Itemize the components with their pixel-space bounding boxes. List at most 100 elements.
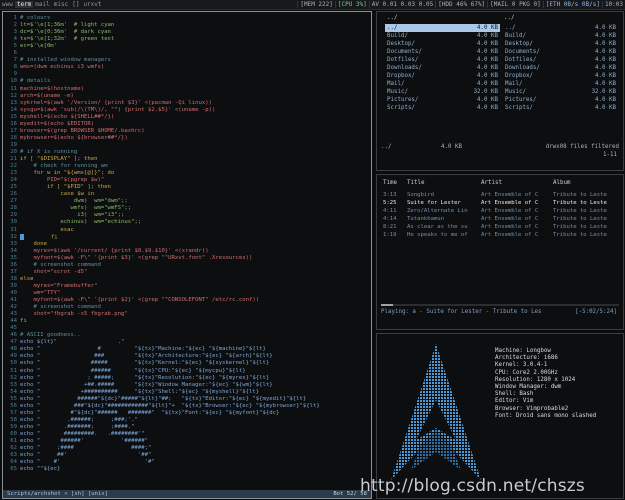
file-entry[interactable]: Mail/4.0 KB [385,80,500,88]
code-line[interactable]: 54 echo " +########## "${tx}"Shell:"${ec}… [5,389,259,396]
tag-item[interactable]: www [0,1,15,8]
code-line[interactable]: 14 sysgu=$(awk 'sub(/\(TM\)/, "") {print … [5,107,215,114]
file-entry[interactable]: Documents/4.0 KB [503,48,618,56]
code-line[interactable]: 37 shot="scrot -d5" [5,269,87,276]
code-line[interactable]: 52 echo " ; #####; "${tx}"Resolution:"${e… [5,375,269,382]
file-entry[interactable]: Scripts/4.0 KB [385,104,500,112]
file-entry[interactable]: Mail/4.0 KB [503,80,618,88]
file-entry[interactable]: Scripts/4.0 KB [503,104,618,112]
file-entry[interactable]: Dotfiles/4.0 KB [385,56,500,64]
file-entry[interactable]: ../ 4.0 KB [385,24,500,32]
code-line[interactable]: 53 echo " +##.##### "${tx}"Window Manager… [5,382,272,389]
track-row[interactable]: 4:14 Tutankhamun Art Ensemble of C Tribute … [381,216,619,224]
code-line[interactable]: 19 [5,142,20,149]
code-line[interactable]: 39 myres="Framebuffer" [5,283,97,290]
file-entry[interactable]: Build/4.0 KB [385,32,500,40]
code-line[interactable]: 45 [5,325,20,332]
code-line[interactable]: 24 PID="$(pgrep $w)" [5,177,104,184]
file-entry[interactable]: Dropbox/4.0 KB [503,72,618,80]
file-manager-window[interactable]: ../ ../ ../4.0 KB Build/4.0 KB Desktop/4.0… [376,11,624,171]
tag-item[interactable]: [] [70,1,81,8]
code-line[interactable]: 23 for w in "${wms[@]}"; do [5,170,114,177]
code-line[interactable]: 16 myedit=$(echo $EDITOR) [5,121,94,128]
code-line[interactable]: 36 # screenshot command [5,262,101,269]
track-row[interactable]: 1:19 He speaks to me of Art Ensemble of C T… [381,232,619,240]
code-line[interactable]: 43 shot="fbgrab -s5 fbgrab.png" [5,311,128,318]
code-line[interactable]: 12 arch=$(uname -m) [5,93,74,100]
left-pane[interactable]: ../4.0 KB Build/4.0 KB Desktop/4.0 KB Docum… [385,24,500,112]
code-line[interactable]: 7 # installed window managers [5,57,111,64]
track-row[interactable]: 5:25 Suite for Lester Art Ensemble of C Tri… [381,200,619,208]
code-line[interactable]: 13 sykrnel=$(awk '/Version/ {print $3}' <… [5,100,212,107]
track-row[interactable]: 8:21 As clear as the su Art Ensemble of C T… [381,224,619,232]
code-line[interactable]: 26 case $w in [5,191,94,198]
code-line[interactable]: 2 lt=$'\e[1;36m' # light cyan [5,22,115,29]
code-line[interactable]: 33 done [5,241,47,248]
code-line[interactable]: 5 ec=$'\e[0m' [5,43,57,50]
editor-window[interactable]: 1 # colours 2 lt=$'\e[1;36m' # light cyan 3 d… [2,11,372,499]
code-line[interactable]: 4 tx=$'\e[1;32m' # green text [5,36,115,43]
code-line[interactable]: 20 # if X is running [5,149,77,156]
code-line[interactable]: 58 echo " .######; ;###;'." [5,417,138,424]
playback-progress[interactable] [381,304,619,306]
code-line[interactable]: 57 echo " #"${dc}"###### #######" "${tx}"… [5,410,279,417]
code-line[interactable]: 3 dc=$'\e[0;36m' # dark cyan [5,29,111,36]
code-line[interactable]: 65 echo ""${ec} [5,466,60,473]
code-line[interactable]: 17 browser=$(grep BROWSER $HOME/.bashrc) [5,128,144,135]
code-line[interactable]: 35 myfont=$(awk -F\" '{print $3}' <(grep… [5,255,252,262]
code-line[interactable]: 63 echo " ##' '##" [5,452,151,459]
code-line[interactable]: 25 if [ "$PID" ]; then [5,184,111,191]
track-row[interactable]: 3:13 Songbird Art Ensemble of C Tribute to … [381,192,619,200]
file-entry[interactable]: Pictures/4.0 KB [385,96,500,104]
code-line[interactable]: 6 [5,50,20,57]
file-entry[interactable]: Dropbox/4.0 KB [385,72,500,80]
tag-item[interactable]: urxvt [81,1,103,8]
system-info-window[interactable]: Machine: Longbow Architecture: i686 Kernel… [376,333,624,499]
code-line[interactable]: 34 myres=$(awk '/current/ {print $8.$9.$… [5,248,208,255]
code-line[interactable]: 38 else [5,276,33,283]
code-line[interactable]: 10 # details [5,78,50,85]
code-line[interactable]: 28 wmfs) wm="wmFS";; [5,205,131,212]
file-entry[interactable]: Downloads/4.0 KB [385,64,500,72]
code-line[interactable]: 18 mybrowser=$(echo ${browser##*/}) [5,135,128,142]
tag-item[interactable]: mail [33,1,51,8]
file-entry[interactable]: Desktop/4.0 KB [385,40,500,48]
file-entry[interactable]: Music/32.0 KB [385,88,500,96]
file-entry[interactable]: Downloads/4.0 KB [503,64,618,72]
right-pane[interactable]: ../4.0 KB Build/4.0 KB Desktop/4.0 KB Docum… [503,24,618,112]
code-line[interactable]: 62 echo " ;#### ####;" [5,445,151,452]
code-line[interactable]: 30 echinus) wm="echinus";; [5,219,141,226]
file-entry[interactable]: Dotfiles/4.0 KB [503,56,618,64]
code-line[interactable]: 1 # colours [5,15,51,22]
code-line[interactable]: 64 echo " #' '#" [5,459,154,466]
file-entry[interactable]: Music/32.0 KB [503,88,618,96]
code-line[interactable]: 27 dwm) wm="dwm";; [5,198,128,205]
code-line[interactable]: 51 echo " ###### "${tx}"CPU:"${ec} "${myc… [5,368,245,375]
track-row[interactable]: 4:11 Zero/Alternate Lin Art Ensemble of C T… [381,208,619,216]
code-line[interactable]: 48 echo " # "${tx}"Machine:"${ec} "${mach… [5,346,266,353]
code-line[interactable]: 47 echo ${lt}" ." [5,339,124,346]
code-line[interactable]: 56 echo " ###"${dc}"############"${lt}"+ … [5,403,319,410]
code-line[interactable]: 60 echo " #########. .########'" [5,431,144,438]
code-line[interactable]: 29 i3) wm="i3";; [5,212,124,219]
code-line[interactable]: 61 echo " ######' '######" [5,438,148,445]
file-entry[interactable]: Pictures/4.0 KB [503,96,618,104]
code-line[interactable]: 9 [5,71,20,78]
code-line[interactable]: 44 fi [5,318,27,325]
code-line[interactable]: 21 if [ "$DISPLAY" ]; then [5,156,97,163]
code-line[interactable]: 46 # ASCII goodness.. [5,332,80,339]
code-line[interactable]: 49 echo " ### "${tx}"Architecture:"${ec} … [5,353,272,360]
code-line[interactable]: 59 echo " .#######; ;####." [5,424,134,431]
music-player-window[interactable]: Time Title Artist Album 3:13 Songbird Art … [376,174,624,330]
code-line[interactable]: 50 echo " ##### "${tx}"Kernel:"${ec} "${s… [5,360,269,367]
code-line[interactable]: 55 echo " ######"${dc}"#####"${lt}"##; "$… [5,396,306,403]
file-entry[interactable]: Documents/4.0 KB [385,48,500,56]
code-line[interactable]: 15 myshell=$(echo ${SHELL##*/}) [5,114,114,121]
code-line[interactable]: 11 machine=$(hostname) [5,86,84,93]
code-line[interactable]: 22 # check for running wm [5,163,107,170]
code-line[interactable]: 40 wm="TTY" [5,290,60,297]
tag-item[interactable]: misc [52,1,70,8]
code-line[interactable]: 8 wms=(dwm echinus i3 wmfs) [5,64,105,71]
code-line[interactable]: 42 # screenshot command [5,304,101,311]
code-line[interactable]: 31 esac [5,227,74,234]
